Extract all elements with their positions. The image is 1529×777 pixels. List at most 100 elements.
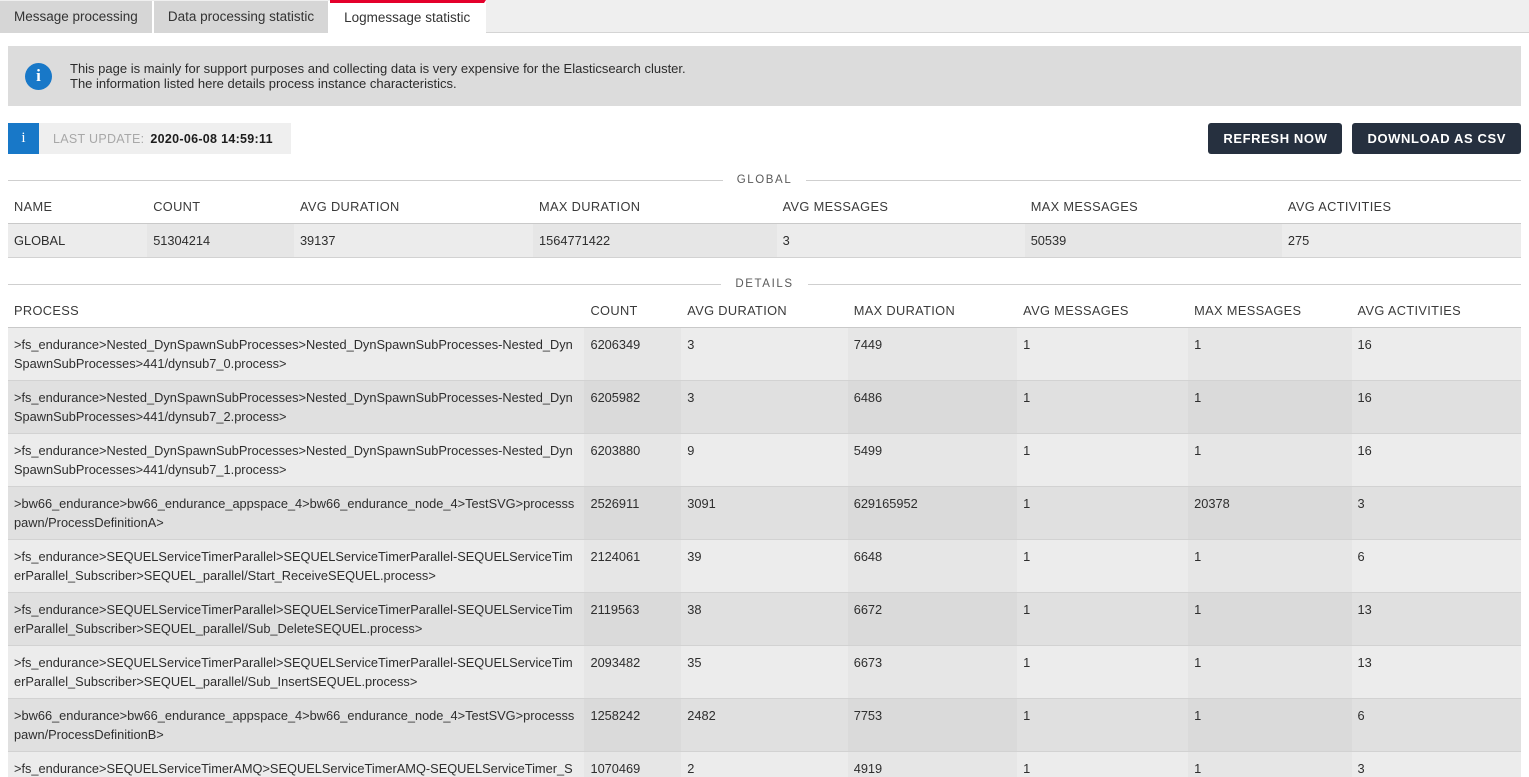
last-update-badge: i LAST UPDATE: 2020-06-08 14:59:11 [8,123,291,154]
cell-avg-activities: 13 [1351,592,1521,646]
info-icon: i [25,62,52,90]
cell-avg-messages: 1 [1017,645,1189,699]
table-row: >bw66_endurance>bw66_endurance_appspace_… [8,698,1521,752]
col-max-duration: MAX DURATION [532,194,777,224]
details-table: PROCESS COUNT AVG DURATION MAX DURATION … [8,298,1521,777]
col-avg-duration: AVG DURATION [681,298,848,328]
details-section-caption: DETAILS [735,278,794,290]
info-banner-line-2: The information listed here details proc… [70,76,457,91]
table-row: >fs_endurance>SEQUELServiceTimerParallel… [8,539,1521,593]
cell-avg-activities: 13 [1351,645,1521,699]
table-row: >fs_endurance>Nested_DynSpawnSubProcesse… [8,327,1521,381]
cell-count: 51304214 [147,223,294,258]
divider-left [8,283,722,285]
cell-avg-activities: 3 [1351,486,1521,540]
col-avg-duration: AVG DURATION [293,194,533,224]
cell-max-duration: 629165952 [847,486,1018,540]
cell-avg-messages: 1 [1017,327,1189,381]
cell-count: 6203880 [584,433,682,487]
cell-avg-messages: 1 [1017,380,1189,434]
table-header-row: PROCESS COUNT AVG DURATION MAX DURATION … [8,298,1521,328]
table-row: >fs_endurance>SEQUELServiceTimerParallel… [8,645,1521,699]
tab-logmessage-statistic[interactable]: Logmessage statistic [330,0,487,33]
cell-avg-duration: 39 [681,539,848,593]
global-table: NAME COUNT AVG DURATION MAX DURATION AVG… [8,194,1521,258]
col-avg-activities: AVG ACTIVITIES [1351,298,1521,328]
cell-count: 2526911 [584,486,682,540]
divider-left [8,179,723,181]
cell-count: 1070469 [584,751,682,777]
col-count: COUNT [584,298,682,328]
info-banner-text: This page is mainly for support purposes… [70,61,686,91]
tab-bar: Message processing Data processing stati… [0,0,1529,33]
tab-data-processing-statistic[interactable]: Data processing statistic [153,1,331,33]
cell-process: >fs_endurance>SEQUELServiceTimerParallel… [8,592,585,646]
info-banner: i This page is mainly for support purpos… [8,46,1521,106]
toolbar: i LAST UPDATE: 2020-06-08 14:59:11 REFRE… [8,123,1521,154]
last-update-body: LAST UPDATE: 2020-06-08 14:59:11 [39,123,291,154]
last-update-label: LAST UPDATE: [53,131,145,146]
cell-max-duration: 7753 [847,698,1018,752]
divider-right [807,283,1521,285]
cell-avg-activities: 275 [1281,223,1521,258]
cell-process: >fs_endurance>Nested_DynSpawnSubProcesse… [8,327,585,381]
table-row: GLOBAL 51304214 39137 1564771422 3 50539… [8,223,1521,258]
cell-avg-duration: 35 [681,645,848,699]
cell-count: 6206349 [584,327,682,381]
cell-process: >fs_endurance>SEQUELServiceTimerAMQ>SEQU… [8,751,585,777]
cell-avg-activities: 16 [1351,327,1521,381]
cell-max-duration: 5499 [847,433,1018,487]
cell-avg-duration: 3 [681,380,848,434]
cell-max-duration: 6648 [847,539,1018,593]
info-icon-small: i [8,123,39,154]
table-row: >fs_endurance>SEQUELServiceTimerAMQ>SEQU… [8,751,1521,777]
download-as-csv-button[interactable]: DOWNLOAD AS CSV [1352,123,1521,154]
cell-max-duration: 6672 [847,592,1018,646]
cell-avg-duration: 38 [681,592,848,646]
table-row: >bw66_endurance>bw66_endurance_appspace_… [8,486,1521,540]
cell-process: >fs_endurance>Nested_DynSpawnSubProcesse… [8,433,585,487]
toolbar-buttons: REFRESH NOW DOWNLOAD AS CSV [1208,123,1521,154]
global-section-header: GLOBAL [8,174,1521,186]
cell-max-duration: 4919 [847,751,1018,777]
cell-avg-activities: 16 [1351,380,1521,434]
cell-max-messages: 1 [1188,698,1352,752]
cell-avg-activities: 6 [1351,698,1521,752]
cell-process: >bw66_endurance>bw66_endurance_appspace_… [8,698,585,752]
cell-avg-activities: 16 [1351,433,1521,487]
cell-avg-duration: 2482 [681,698,848,752]
cell-max-messages: 1 [1188,380,1352,434]
col-count: COUNT [147,194,294,224]
cell-max-messages: 1 [1188,433,1352,487]
cell-max-messages: 50539 [1024,223,1282,258]
cell-avg-messages: 1 [1017,751,1189,777]
cell-avg-messages: 1 [1017,592,1189,646]
cell-avg-messages: 1 [1017,486,1189,540]
cell-process: >fs_endurance>SEQUELServiceTimerParallel… [8,539,585,593]
cell-max-messages: 1 [1188,751,1352,777]
col-max-messages: MAX MESSAGES [1024,194,1282,224]
cell-avg-duration: 3091 [681,486,848,540]
col-avg-messages: AVG MESSAGES [1017,298,1189,328]
table-row: >fs_endurance>Nested_DynSpawnSubProcesse… [8,380,1521,434]
details-section-header: DETAILS [8,278,1521,290]
cell-count: 6205982 [584,380,682,434]
cell-max-messages: 1 [1188,592,1352,646]
col-avg-messages: AVG MESSAGES [776,194,1025,224]
cell-count: 2093482 [584,645,682,699]
cell-max-messages: 20378 [1188,486,1352,540]
cell-max-duration: 6486 [847,380,1018,434]
table-row: >fs_endurance>SEQUELServiceTimerParallel… [8,592,1521,646]
cell-avg-duration: 3 [681,327,848,381]
col-max-duration: MAX DURATION [847,298,1018,328]
cell-process: >bw66_endurance>bw66_endurance_appspace_… [8,486,585,540]
cell-avg-duration: 9 [681,433,848,487]
col-avg-activities: AVG ACTIVITIES [1281,194,1521,224]
cell-count: 1258242 [584,698,682,752]
cell-process: >fs_endurance>SEQUELServiceTimerParallel… [8,645,585,699]
cell-avg-messages: 1 [1017,698,1189,752]
refresh-now-button[interactable]: REFRESH NOW [1208,123,1343,154]
cell-avg-duration: 39137 [293,223,533,258]
cell-name: GLOBAL [8,223,148,258]
tab-message-processing[interactable]: Message processing [0,1,154,33]
